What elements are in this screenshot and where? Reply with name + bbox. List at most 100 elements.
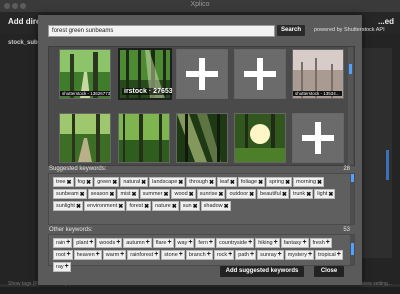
remove-keyword-icon[interactable]: ✖ [258, 179, 263, 186]
other-keyword-chip[interactable]: autumn + [123, 238, 152, 248]
other-keyword-chip[interactable]: rainforest + [127, 250, 161, 260]
remove-keyword-icon[interactable]: ✖ [218, 191, 223, 198]
suggested-keyword-chip[interactable]: tree ✖ [53, 177, 74, 187]
remove-keyword-icon[interactable]: ✖ [306, 191, 311, 198]
suggested-keyword-chip[interactable]: environment ✖ [84, 201, 126, 211]
result-image-7[interactable] [118, 113, 170, 163]
results-scrollbar[interactable] [348, 47, 353, 165]
remove-keyword-icon[interactable]: ✖ [144, 203, 149, 210]
suggested-keyword-chip[interactable]: leaf ✖ [216, 177, 237, 187]
other-keyword-chip[interactable]: way + [174, 238, 195, 248]
add-keyword-icon[interactable]: + [96, 251, 100, 258]
suggested-keyword-chip[interactable]: natural ✖ [120, 177, 149, 187]
other-keyword-chip[interactable]: woods + [96, 238, 123, 248]
search-button[interactable]: Search [277, 25, 305, 36]
other-keyword-chip[interactable]: path + [235, 250, 257, 260]
other-keyword-chip[interactable]: ray + [53, 262, 71, 272]
remove-keyword-icon[interactable]: ✖ [249, 191, 254, 198]
result-image-9[interactable] [234, 113, 286, 163]
add-keyword-icon[interactable]: + [207, 251, 211, 258]
remove-keyword-icon[interactable]: ✖ [193, 203, 198, 210]
suggested-keyword-chip[interactable]: landscape ✖ [149, 177, 186, 187]
suggested-keyword-chip[interactable]: through ✖ [186, 177, 216, 187]
suggested-keyword-chip[interactable]: beautiful ✖ [257, 189, 289, 199]
suggested-keyword-chip[interactable]: outdoor ✖ [226, 189, 257, 199]
scroll-thumb[interactable] [349, 64, 352, 74]
suggested-keyword-chip[interactable]: sunrise ✖ [196, 189, 226, 199]
result-image-8[interactable] [176, 113, 228, 163]
add-keyword-icon[interactable]: + [179, 251, 183, 258]
add-keyword-icon[interactable]: + [228, 251, 232, 258]
add-keyword-icon[interactable]: + [302, 239, 306, 246]
result-image-2[interactable]: irstock · 276535 [118, 48, 172, 100]
other-scrollbar[interactable] [350, 235, 354, 265]
add-keyword-icon[interactable]: + [188, 239, 192, 246]
add-keyword-icon[interactable]: + [66, 251, 70, 258]
suggested-keyword-chip[interactable]: spring ✖ [266, 177, 293, 187]
suggested-keyword-chip[interactable]: trunk ✖ [289, 189, 314, 199]
remove-keyword-icon[interactable]: ✖ [178, 179, 183, 186]
add-keyword-icon[interactable]: + [337, 251, 341, 258]
other-keyword-chip[interactable]: warm + [102, 250, 127, 260]
remove-keyword-icon[interactable]: ✖ [80, 191, 85, 198]
scroll-thumb[interactable] [351, 174, 354, 182]
suggested-keyword-chip[interactable]: season ✖ [87, 189, 117, 199]
other-keyword-chip[interactable]: plant + [73, 238, 96, 248]
remove-keyword-icon[interactable]: ✖ [109, 191, 114, 198]
suggested-keyword-chip[interactable]: fog ✖ [74, 177, 94, 187]
other-keyword-chip[interactable]: rock + [213, 250, 235, 260]
remove-keyword-icon[interactable]: ✖ [189, 191, 194, 198]
result-image-1[interactable]: shutterstock - 13626773... [59, 49, 111, 99]
other-keyword-chip[interactable]: flare + [152, 238, 174, 248]
remove-keyword-icon[interactable]: ✖ [209, 179, 214, 186]
suggested-keyword-chip[interactable]: light ✖ [314, 189, 336, 199]
other-keyword-chip[interactable]: stone + [161, 250, 185, 260]
remove-keyword-icon[interactable]: ✖ [118, 203, 123, 210]
remove-keyword-icon[interactable]: ✖ [328, 191, 333, 198]
add-keyword-icon[interactable]: + [278, 251, 282, 258]
close-button[interactable]: Close [314, 266, 344, 277]
add-keyword-icon[interactable]: + [326, 239, 330, 246]
add-keyword-icon[interactable]: + [308, 251, 312, 258]
add-keyword-icon[interactable]: + [120, 251, 124, 258]
other-keyword-chip[interactable]: heaven + [73, 250, 102, 260]
remove-keyword-icon[interactable]: ✖ [132, 191, 137, 198]
suggested-keyword-chip[interactable]: foliage ✖ [237, 177, 266, 187]
suggested-keyword-chip[interactable]: mist ✖ [117, 189, 139, 199]
other-keyword-chip[interactable]: sunray + [257, 250, 284, 260]
remove-keyword-icon[interactable]: ✖ [141, 179, 146, 186]
suggested-keyword-chip[interactable]: sunbeam ✖ [53, 189, 87, 199]
image-placeholder[interactable] [176, 49, 228, 99]
suggested-scrollbar[interactable] [350, 174, 354, 224]
suggested-keyword-chip[interactable]: morning ✖ [293, 177, 325, 187]
suggested-keyword-chip[interactable]: wood ✖ [171, 189, 196, 199]
other-keyword-chip[interactable]: mystery + [284, 250, 315, 260]
other-keyword-chip[interactable]: countryside + [216, 238, 255, 248]
other-keyword-chip[interactable]: hiking + [255, 238, 280, 248]
add-keyword-icon[interactable]: + [274, 239, 278, 246]
suggested-keyword-chip[interactable]: forest ✖ [126, 201, 152, 211]
remove-keyword-icon[interactable]: ✖ [230, 179, 235, 186]
remove-keyword-icon[interactable]: ✖ [86, 179, 91, 186]
remove-keyword-icon[interactable]: ✖ [172, 203, 177, 210]
suggested-keyword-chip[interactable]: summer ✖ [139, 189, 171, 199]
remove-keyword-icon[interactable]: ✖ [282, 191, 287, 198]
remove-keyword-icon[interactable]: ✖ [224, 203, 229, 210]
result-image-6[interactable] [59, 113, 111, 163]
add-keyword-icon[interactable]: + [209, 239, 213, 246]
remove-keyword-icon[interactable]: ✖ [66, 179, 71, 186]
suggested-keyword-chip[interactable]: green ✖ [94, 177, 120, 187]
other-keyword-chip[interactable]: fresh + [309, 238, 332, 248]
suggested-keyword-chip[interactable]: sunlight ✖ [53, 201, 83, 211]
remove-keyword-icon[interactable]: ✖ [163, 191, 168, 198]
remove-keyword-icon[interactable]: ✖ [76, 203, 81, 210]
other-keyword-chip[interactable]: fantasy + [280, 238, 309, 248]
add-keyword-icon[interactable]: + [167, 239, 171, 246]
add-keyword-icon[interactable]: + [250, 251, 254, 258]
add-suggested-keywords-button[interactable]: Add suggested keywords [220, 266, 304, 277]
add-keyword-icon[interactable]: + [248, 239, 252, 246]
add-keyword-icon[interactable]: + [89, 239, 93, 246]
suggested-keyword-chip[interactable]: sun ✖ [179, 201, 200, 211]
add-keyword-icon[interactable]: + [154, 251, 158, 258]
remove-keyword-icon[interactable]: ✖ [317, 179, 322, 186]
